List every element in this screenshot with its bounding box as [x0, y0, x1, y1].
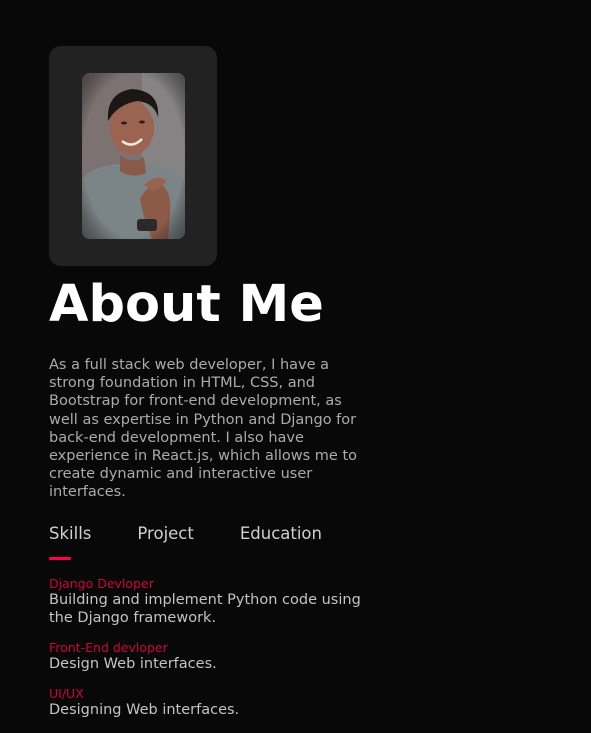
skill-title: Django Devloper [49, 575, 154, 591]
tab-project[interactable]: Project [137, 524, 193, 556]
about-intro-text: As a full stack web developer, I have a … [49, 357, 357, 501]
tab-bar: Skills Project Education [49, 524, 379, 560]
tab-skills[interactable]: Skills [49, 524, 91, 560]
list-item: Django Devloper Building and implement P… [49, 576, 379, 627]
skills-list: Django Devloper Building and implement P… [49, 576, 379, 719]
skill-title: Front-End devloper [49, 639, 168, 655]
list-item: UI/UX Designing Web interfaces. [49, 686, 379, 719]
profile-photo [82, 73, 185, 239]
profile-photo-card [49, 46, 217, 266]
skill-title: UI/UX [49, 685, 84, 701]
list-item: Front-End devloper Design Web interfaces… [49, 640, 379, 673]
about-section: About Me As a full stack web developer, … [49, 46, 379, 733]
skill-description: Design Web interfaces. [49, 655, 217, 672]
page-title: About Me [49, 275, 324, 334]
tab-education[interactable]: Education [240, 524, 322, 556]
skill-description: Building and implement Python code using… [49, 591, 361, 626]
skill-description: Designing Web interfaces. [49, 701, 240, 718]
